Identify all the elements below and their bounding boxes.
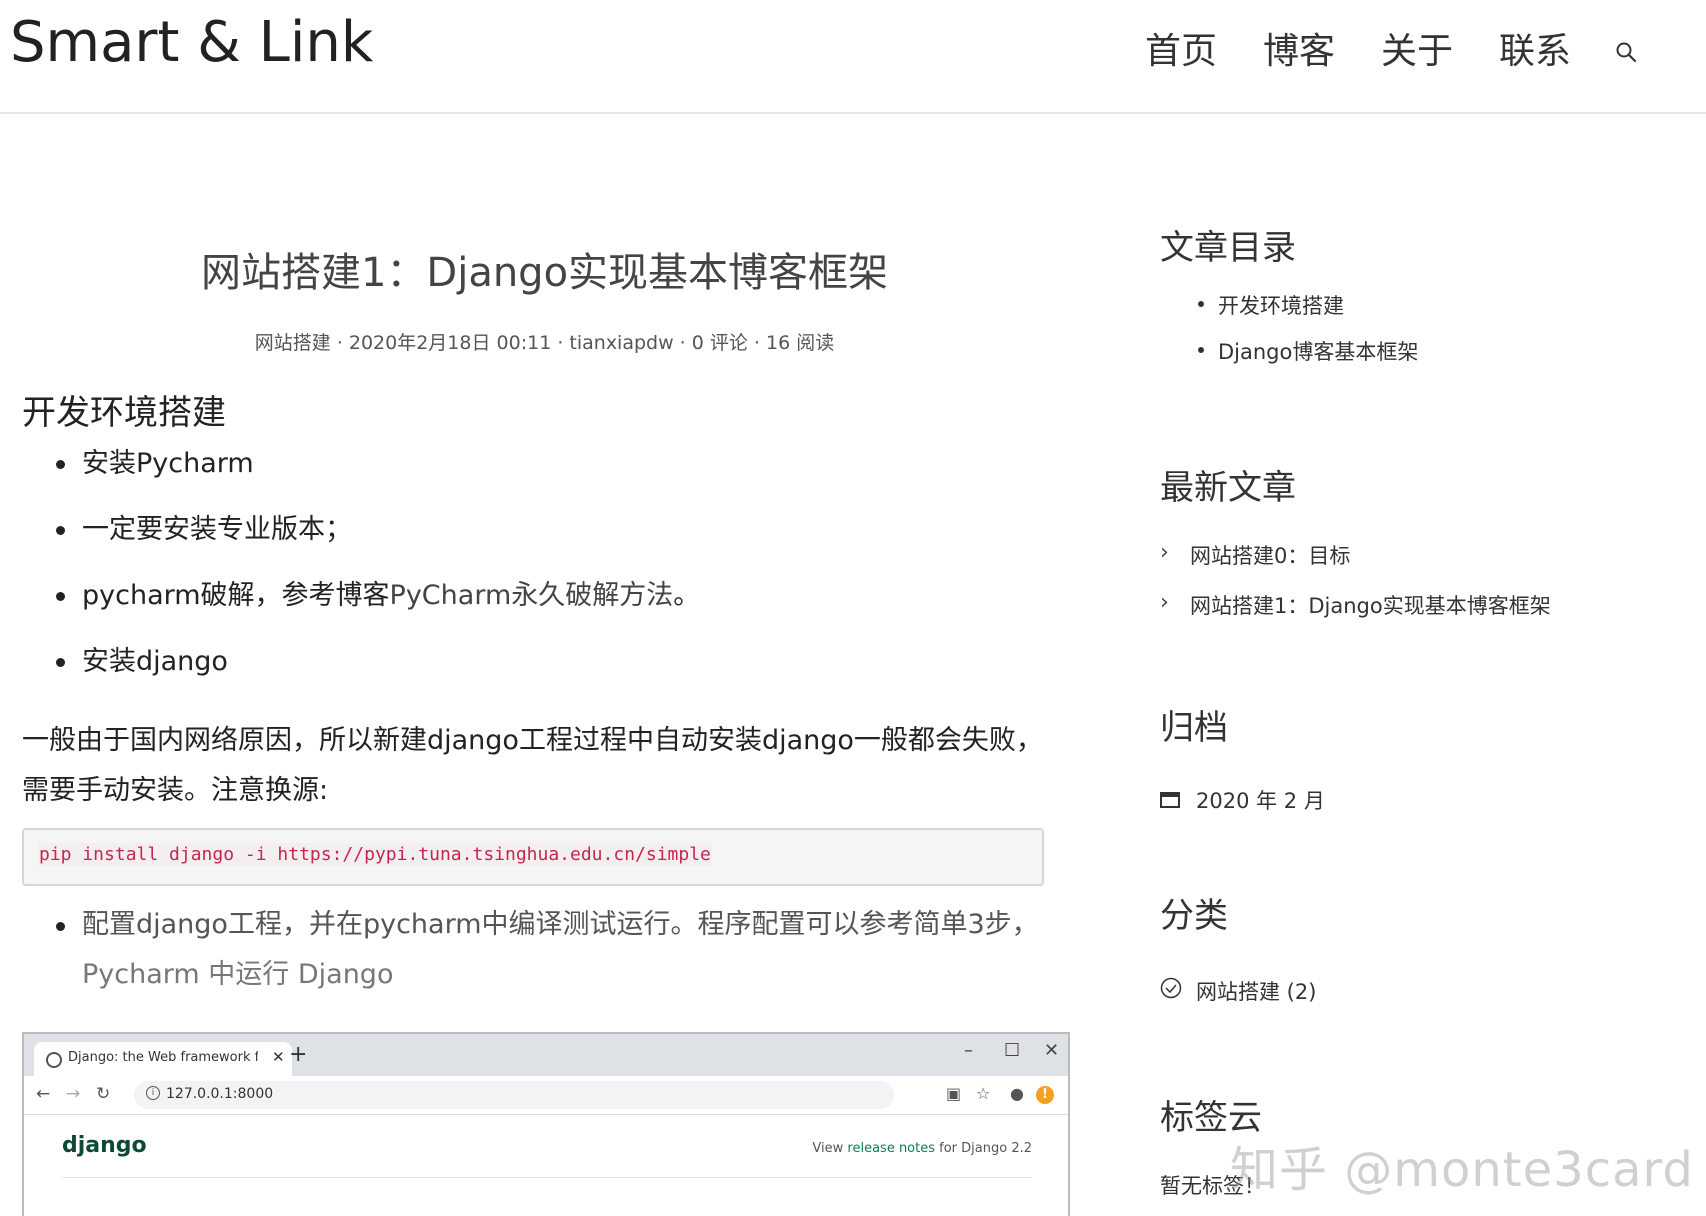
list-item: 配置django工程，并在pycharm中编译测试运行。程序配置可以参考简单3步… (56, 900, 1062, 1000)
new-tab-icon[interactable]: + (289, 1042, 307, 1067)
nav-contact[interactable]: 联系 (1499, 22, 1571, 74)
code-text: pip install django -i https://pypi.tuna.… (38, 843, 712, 866)
toc-title: 文章目录 (1160, 228, 1296, 268)
category-item[interactable]: 网站搭建 (2) (1160, 976, 1316, 1006)
check-circle-icon (1160, 977, 1182, 1004)
category-label: 网站搭建 (2) (1196, 980, 1317, 1004)
django-logo[interactable]: django (62, 1133, 147, 1158)
nav-about[interactable]: 关于 (1381, 22, 1453, 74)
tab-title: Django: the Web framework fo (68, 1050, 258, 1065)
minimize-icon[interactable]: – (964, 1040, 973, 1061)
watermark: 知乎 @monte3card (1230, 1142, 1694, 1198)
back-arrow-icon[interactable]: ← (36, 1084, 50, 1104)
divider (62, 1177, 1032, 1178)
site-brand[interactable]: Smart & Link (10, 10, 373, 75)
bullet-dot (1198, 347, 1204, 353)
recent-post-label: 网站搭建1：Django实现基本博客框架 (1190, 594, 1551, 618)
bullet-dot (56, 460, 65, 469)
list-item: 安装django (56, 642, 1067, 708)
toc-item-label: Django博客基本框架 (1218, 340, 1419, 364)
bullet-dot (56, 526, 65, 535)
warning-icon[interactable]: ! (1036, 1086, 1054, 1104)
nav-blog[interactable]: 博客 (1263, 22, 1335, 74)
crack-method-link[interactable]: PyCharm永久破解方法 (390, 580, 674, 611)
star-icon[interactable]: ☆ (976, 1084, 990, 1103)
list-item: pycharm破解，参考博客PyCharm永久破解方法。 (56, 576, 1067, 642)
info-icon[interactable]: i (146, 1086, 160, 1100)
section-heading: 开发环境搭建 (22, 393, 226, 433)
bullet-dot (56, 592, 65, 601)
recent-posts-title: 最新文章 (1160, 468, 1296, 508)
site-header: Smart & Link 首页 博客 关于 联系 (0, 0, 1706, 114)
forward-arrow-icon[interactable]: → (66, 1084, 80, 1104)
release-text: View (812, 1141, 848, 1156)
toc-item[interactable]: Django博客基本框架 (1160, 336, 1418, 382)
account-icon[interactable]: ● (1010, 1084, 1024, 1103)
list-item-text: 。 (673, 580, 701, 611)
recent-posts-list: › 网站搭建0：目标 › 网站搭建1：Django实现基本博客框架 (1160, 540, 1551, 640)
list-item-text: 配置django工程，并在pycharm中编译测试运行。程序配置可以参考简单3步… (82, 909, 1039, 940)
browser-tab[interactable]: Django: the Web framework fo ✕ (34, 1042, 292, 1076)
close-icon[interactable]: ✕ (272, 1048, 285, 1066)
globe-icon (46, 1052, 62, 1068)
django-welcome-page: django View release notes for Django 2.2 (24, 1115, 1068, 1195)
reload-icon[interactable]: ↻ (96, 1084, 110, 1104)
toc-item-label: 开发环境搭建 (1218, 294, 1344, 318)
paragraph: 一般由于国内网络原因，所以新建django工程过程中自动安装django一般都会… (22, 716, 1062, 816)
browser-toolbar: ← → ↻ i 127.0.0.1:8000 ▣ ☆ ● ! (24, 1076, 1068, 1115)
list-item-text: 安装django (82, 646, 228, 677)
address-url: 127.0.0.1:8000 (166, 1086, 274, 1102)
list-item-text: pycharm破解，参考博客 (82, 580, 390, 611)
chevron-right-icon: › (1160, 540, 1169, 565)
nav-home[interactable]: 首页 (1145, 22, 1217, 74)
maximize-icon[interactable]: ☐ (1004, 1040, 1020, 1061)
list-item-text: 一定要安装专业版本； (82, 514, 352, 545)
toc-list: 开发环境搭建 Django博客基本框架 (1160, 290, 1418, 382)
address-bar[interactable]: i 127.0.0.1:8000 (134, 1081, 894, 1109)
bullet-list: 安装Pycharm 一定要安装专业版本； pycharm破解，参考博客PyCha… (22, 444, 1067, 708)
bullet-list: 配置django工程，并在pycharm中编译测试运行。程序配置可以参考简单3步… (22, 900, 1067, 1000)
bullet-dot (56, 922, 65, 931)
recent-post-label: 网站搭建0：目标 (1190, 544, 1351, 568)
bullet-dot (1198, 301, 1204, 307)
translate-icon[interactable]: ▣ (946, 1084, 961, 1103)
recent-post-item[interactable]: › 网站搭建0：目标 (1160, 540, 1551, 590)
article-meta: 网站搭建 · 2020年2月18日 00:11 · tianxiapdw · 0… (254, 332, 835, 354)
pycharm-django-link[interactable]: Pycharm 中运行 Django (82, 950, 1062, 1000)
release-notes-link[interactable]: release notes (847, 1141, 935, 1156)
release-text: for Django 2.2 (935, 1141, 1032, 1156)
archive-item[interactable]: 2020 年 2 月 (1160, 785, 1325, 815)
bullet-dot (56, 658, 65, 667)
toc-item[interactable]: 开发环境搭建 (1160, 290, 1418, 336)
recent-post-item[interactable]: › 网站搭建1：Django实现基本博客框架 (1160, 590, 1551, 640)
search-icon[interactable] (1615, 41, 1637, 63)
archive-title: 归档 (1160, 708, 1228, 748)
calendar-icon (1160, 789, 1182, 813)
code-block: pip install django -i https://pypi.tuna.… (22, 828, 1044, 886)
browser-tab-bar: Django: the Web framework fo ✕ + – ☐ ✕ (24, 1034, 1068, 1076)
window-close-icon[interactable]: ✕ (1044, 1040, 1059, 1061)
paragraph-line: 一般由于国内网络原因，所以新建django工程过程中自动安装django一般都会… (22, 725, 1043, 756)
release-notes-text: View release notes for Django 2.2 (812, 1141, 1032, 1156)
list-item-text: 安装Pycharm (82, 448, 254, 479)
main-nav: 首页 博客 关于 联系 (1145, 22, 1637, 74)
category-title: 分类 (1160, 896, 1228, 936)
article: 网站搭建1：Django实现基本博客框架 网站搭建 · 2020年2月18日 0… (22, 222, 1067, 1000)
embedded-browser-screenshot: Django: the Web framework fo ✕ + – ☐ ✕ ←… (22, 1032, 1070, 1216)
list-item: 安装Pycharm (56, 444, 1067, 510)
chevron-right-icon: › (1160, 590, 1169, 615)
article-title: 网站搭建1：Django实现基本博客框架 (200, 250, 889, 296)
archive-label: 2020 年 2 月 (1196, 789, 1325, 813)
paragraph-line: 需要手动安装。注意换源: (22, 775, 329, 806)
list-item: 一定要安装专业版本； (56, 510, 1067, 576)
